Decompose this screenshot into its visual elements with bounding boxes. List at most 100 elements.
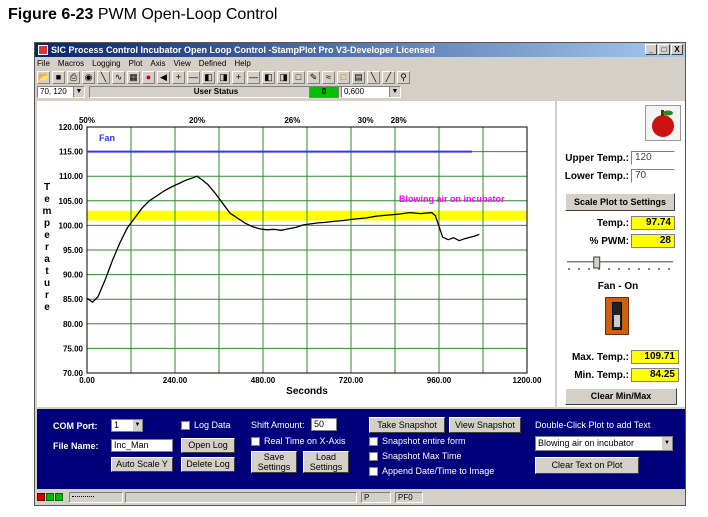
clear-text-button[interactable]: Clear Text on Plot xyxy=(535,457,639,474)
pwm-value: 28 xyxy=(631,234,675,248)
close-button[interactable]: X xyxy=(671,44,683,55)
y-tick-label: 75.00 xyxy=(63,344,84,353)
minimize-button[interactable]: _ xyxy=(645,44,657,55)
upper-temp-label: Upper Temp.: xyxy=(565,153,629,164)
y-tick-label: 110.00 xyxy=(59,172,84,181)
wand-icon[interactable]: ╲ xyxy=(97,71,110,84)
max-temp-label: Max. Temp.: xyxy=(571,352,629,363)
menu-defined[interactable]: Defined xyxy=(199,58,227,70)
y-axis-label-letter: e xyxy=(44,230,50,241)
plot-icon[interactable]: ∿ xyxy=(112,71,125,84)
y-axis-label-letter: p xyxy=(44,218,50,229)
shift-amount-label: Shift Amount: xyxy=(251,420,305,430)
y-axis-label-letter: T xyxy=(44,182,50,193)
magnify-icon[interactable]: ⚲ xyxy=(397,71,410,84)
take-snapshot-button[interactable]: Take Snapshot xyxy=(369,417,445,433)
notes-icon[interactable]: ▤ xyxy=(352,71,365,84)
delete-log-button[interactable]: Delete Log xyxy=(181,457,235,472)
camera-icon[interactable]: ◉ xyxy=(82,71,95,84)
status-segment-main xyxy=(125,492,357,503)
toolbar: 📂 ■ ⎙ ◉ ╲ ∿ ▦ ● ◀ + — ◧ ◨ + — ◧ ◨ □ ✎ ≈ … xyxy=(37,71,410,85)
auto-scale-button[interactable]: Auto Scale Y xyxy=(111,457,173,472)
fan-switch[interactable] xyxy=(605,297,629,335)
chevron-down-icon[interactable]: ▼ xyxy=(133,420,142,431)
logo-icon xyxy=(645,105,681,141)
y-axis-label-letter: m xyxy=(43,206,52,217)
file-name-field[interactable]: Inc_Man xyxy=(111,439,173,452)
window-title: SIC Process Control Incubator Open Loop … xyxy=(51,45,436,55)
red-led-icon xyxy=(37,493,45,501)
pen-icon[interactable]: ✎ xyxy=(307,71,320,84)
plot-text-combo[interactable]: Blowing air on incubator ▼ xyxy=(535,436,673,451)
shift-amount-field[interactable]: 50 xyxy=(311,418,337,431)
min-temp-label: Min. Temp.: xyxy=(574,370,629,381)
scale-plot-button[interactable]: Scale Plot to Settings xyxy=(565,193,675,211)
coord-combo[interactable]: 70, 120 ▼ xyxy=(37,86,85,98)
menu-macros[interactable]: Macros xyxy=(58,58,84,70)
y-axis-label-letter: r xyxy=(45,242,49,253)
menu-plot[interactable]: Plot xyxy=(129,58,143,70)
chevron-down-icon[interactable]: ▼ xyxy=(662,437,672,450)
folder-icon[interactable]: □ xyxy=(337,71,350,84)
open-log-button[interactable]: Open Log xyxy=(181,438,235,453)
shift-left-icon[interactable]: ◧ xyxy=(202,71,215,84)
figure-title: PWM Open-Loop Control xyxy=(97,6,278,23)
pwm-slider-thumb[interactable] xyxy=(593,256,601,269)
save-settings-button[interactable]: Save Settings xyxy=(251,451,297,473)
menu-file[interactable]: File xyxy=(37,58,50,70)
grid-icon[interactable]: ▦ xyxy=(127,71,140,84)
scale-icon[interactable]: □ xyxy=(292,71,305,84)
back-arrow-icon[interactable]: ◀ xyxy=(157,71,170,84)
user-status: User Status xyxy=(89,86,343,98)
y-tick-label: 80.00 xyxy=(63,320,84,329)
shift-down-icon[interactable]: ◧ xyxy=(262,71,275,84)
view-snapshot-button[interactable]: View Snapshot xyxy=(449,417,521,433)
print-icon[interactable]: ⎙ xyxy=(67,71,80,84)
y-axis-label-letter: e xyxy=(44,194,50,205)
snapshot-max-checkbox[interactable] xyxy=(369,452,378,461)
menu-view[interactable]: View xyxy=(174,58,191,70)
window-titlebar: SIC Process Control Incubator Open Loop … xyxy=(35,43,685,57)
stop-icon[interactable]: ● xyxy=(142,71,155,84)
log-data-checkbox[interactable] xyxy=(181,421,190,430)
menu-logging[interactable]: Logging xyxy=(92,58,120,70)
clear-minmax-button[interactable]: Clear Min/Max xyxy=(565,388,677,405)
pwm-slider[interactable] xyxy=(565,256,675,272)
save-icon[interactable]: ■ xyxy=(52,71,65,84)
snapshot-entire-checkbox[interactable] xyxy=(369,437,378,446)
brush-icon[interactable]: ╱ xyxy=(382,71,395,84)
shift-right-icon[interactable]: ◨ xyxy=(217,71,230,84)
realtime-checkbox[interactable] xyxy=(251,437,260,446)
load-settings-line2: Settings xyxy=(309,462,343,472)
com-port-select[interactable]: 1 ▼ xyxy=(111,419,143,432)
line-icon[interactable]: ╲ xyxy=(367,71,380,84)
menu-axis[interactable]: Axis xyxy=(150,58,165,70)
y-axis-label-letter: a xyxy=(44,254,50,265)
plot-text-combo-value: Blowing air on incubator xyxy=(538,438,635,448)
zoom-out-x-icon[interactable]: — xyxy=(187,71,200,84)
pwm-label: % PWM: xyxy=(589,236,629,247)
load-settings-button[interactable]: Load Settings xyxy=(303,451,349,473)
zoom-in-x-icon[interactable]: + xyxy=(172,71,185,84)
maximize-button[interactable]: □ xyxy=(658,44,670,55)
lower-temp-field[interactable]: 70 xyxy=(631,169,675,183)
menu-help[interactable]: Help xyxy=(234,58,250,70)
chart-icon[interactable]: ≈ xyxy=(322,71,335,84)
chevron-down-icon[interactable]: ▼ xyxy=(73,87,84,97)
figure-caption: Figure 6-23 PWM Open-Loop Control xyxy=(8,6,277,24)
x-tick-label: 960.00 xyxy=(427,376,452,385)
temp-value: 97.74 xyxy=(631,216,675,230)
pwm-label: 30% xyxy=(358,116,374,125)
temperature-chart[interactable]: 120.00115.00110.00105.00100.0095.0090.00… xyxy=(37,101,555,407)
plot-area[interactable]: 120.00 115.00 110.00 105.00 100.00 95.00 90.00… xyxy=(37,101,555,407)
status-segment-pf: PF0 xyxy=(395,492,423,503)
chevron-down-icon[interactable]: ▼ xyxy=(389,87,400,97)
temp-label: Temp.: xyxy=(596,218,629,229)
upper-temp-field[interactable]: 120 xyxy=(631,151,675,165)
message-combo[interactable]: 0,600 ▼ xyxy=(341,86,401,98)
append-date-checkbox[interactable] xyxy=(369,467,378,476)
zoom-in-y-icon[interactable]: + xyxy=(232,71,245,84)
zoom-out-y-icon[interactable]: — xyxy=(247,71,260,84)
open-icon[interactable]: 📂 xyxy=(37,71,50,84)
shift-up-icon[interactable]: ◨ xyxy=(277,71,290,84)
